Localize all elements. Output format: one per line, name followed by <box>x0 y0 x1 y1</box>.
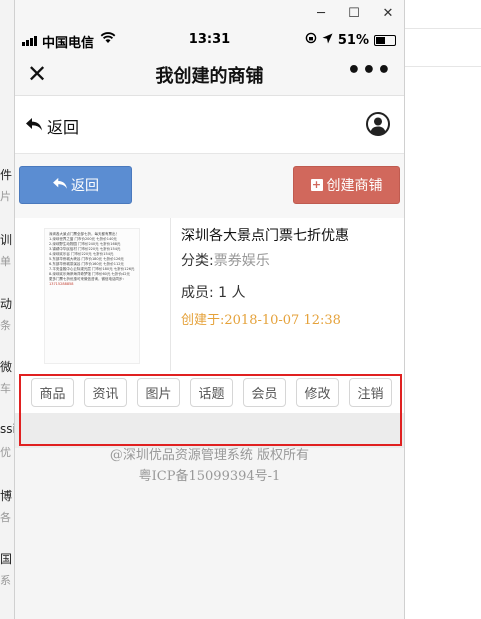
background-text: 动 <box>0 297 13 311</box>
location-icon <box>322 33 333 48</box>
shop-card[interactable]: 深圳各大景点门票全部七折，每天都有票出！ 1.深圳世界之窗 门市价200元 七折价… <box>15 218 404 371</box>
background-text: 优 <box>0 446 11 459</box>
create-shop-label: 创建商铺 <box>326 178 383 194</box>
background-text: ssi <box>0 422 14 436</box>
footer-copyright: @深圳优品资源管理系统 版权所有 <box>109 448 310 463</box>
plus-icon: + <box>310 178 323 191</box>
back-button[interactable]: 返回 <box>19 166 132 204</box>
poster-text-line: 13715288858 <box>49 282 74 286</box>
shop-poster-image[interactable]: 深圳各大景点门票全部七折，每天都有票出！ 1.深圳世界之窗 门市价200元 七折价… <box>44 228 140 364</box>
shop-category-label: 分类: <box>181 253 214 269</box>
background-text: 博 <box>0 489 13 503</box>
window-close-button[interactable]: ✕ <box>378 6 398 21</box>
back-button-label: 返回 <box>71 178 99 194</box>
maximize-button[interactable]: ☐ <box>344 6 364 21</box>
card-divider <box>170 218 171 371</box>
more-options-icon[interactable]: ••• <box>347 58 392 83</box>
action-bar: 返回 + 创建商铺 <box>15 154 404 218</box>
highlight-box <box>19 374 402 446</box>
background-app-right <box>405 0 481 619</box>
battery-percent: 51% <box>337 32 369 48</box>
sub-header: 返回 <box>15 96 404 154</box>
shop-category: 分类:票券娱乐 <box>181 250 270 270</box>
header-back-label: 返回 <box>47 118 80 137</box>
page-title: 我创建的商铺 <box>155 66 264 87</box>
mobile-window: ─ ☐ ✕ 中国电信 13:31 51% ✕ 我创建的商铺 ••• 返回 返回 … <box>14 0 405 619</box>
shop-created-date: 创建于:2018-10-07 12:38 <box>181 313 341 328</box>
background-text: 训 <box>0 233 13 247</box>
background-text: 系 <box>0 574 11 587</box>
nav-bar: ✕ 我创建的商铺 ••• <box>15 52 404 96</box>
window-titlebar: ─ ☐ ✕ <box>15 0 404 30</box>
footer-icp: 粤ICP备15099394号-1 <box>138 469 281 484</box>
background-text: 车 <box>0 382 11 395</box>
reply-arrow-icon <box>25 117 43 136</box>
minimize-button[interactable]: ─ <box>311 6 331 21</box>
shop-title[interactable]: 深圳各大景点门票七折优惠 <box>181 225 349 245</box>
background-divider <box>405 66 481 67</box>
shop-category-value: 票券娱乐 <box>213 253 270 269</box>
background-text: 片 <box>0 190 11 203</box>
background-text: 微 <box>0 360 13 374</box>
reply-arrow-icon <box>52 177 68 194</box>
background-text: 国 <box>0 552 13 566</box>
status-bar: 中国电信 13:31 51% <box>15 30 404 52</box>
background-text: 单 <box>0 255 11 268</box>
background-text: 条 <box>0 319 11 332</box>
battery-icon <box>374 34 396 46</box>
rotation-lock-icon <box>305 32 317 48</box>
header-back-link[interactable]: 返回 <box>25 114 79 138</box>
user-profile-icon[interactable] <box>366 112 390 140</box>
background-divider <box>405 28 481 29</box>
shop-members: 成员: 1 人 <box>181 285 246 301</box>
background-text: 各 <box>0 511 11 524</box>
create-shop-button[interactable]: + 创建商铺 <box>293 166 400 204</box>
background-text: 件 <box>0 168 13 182</box>
